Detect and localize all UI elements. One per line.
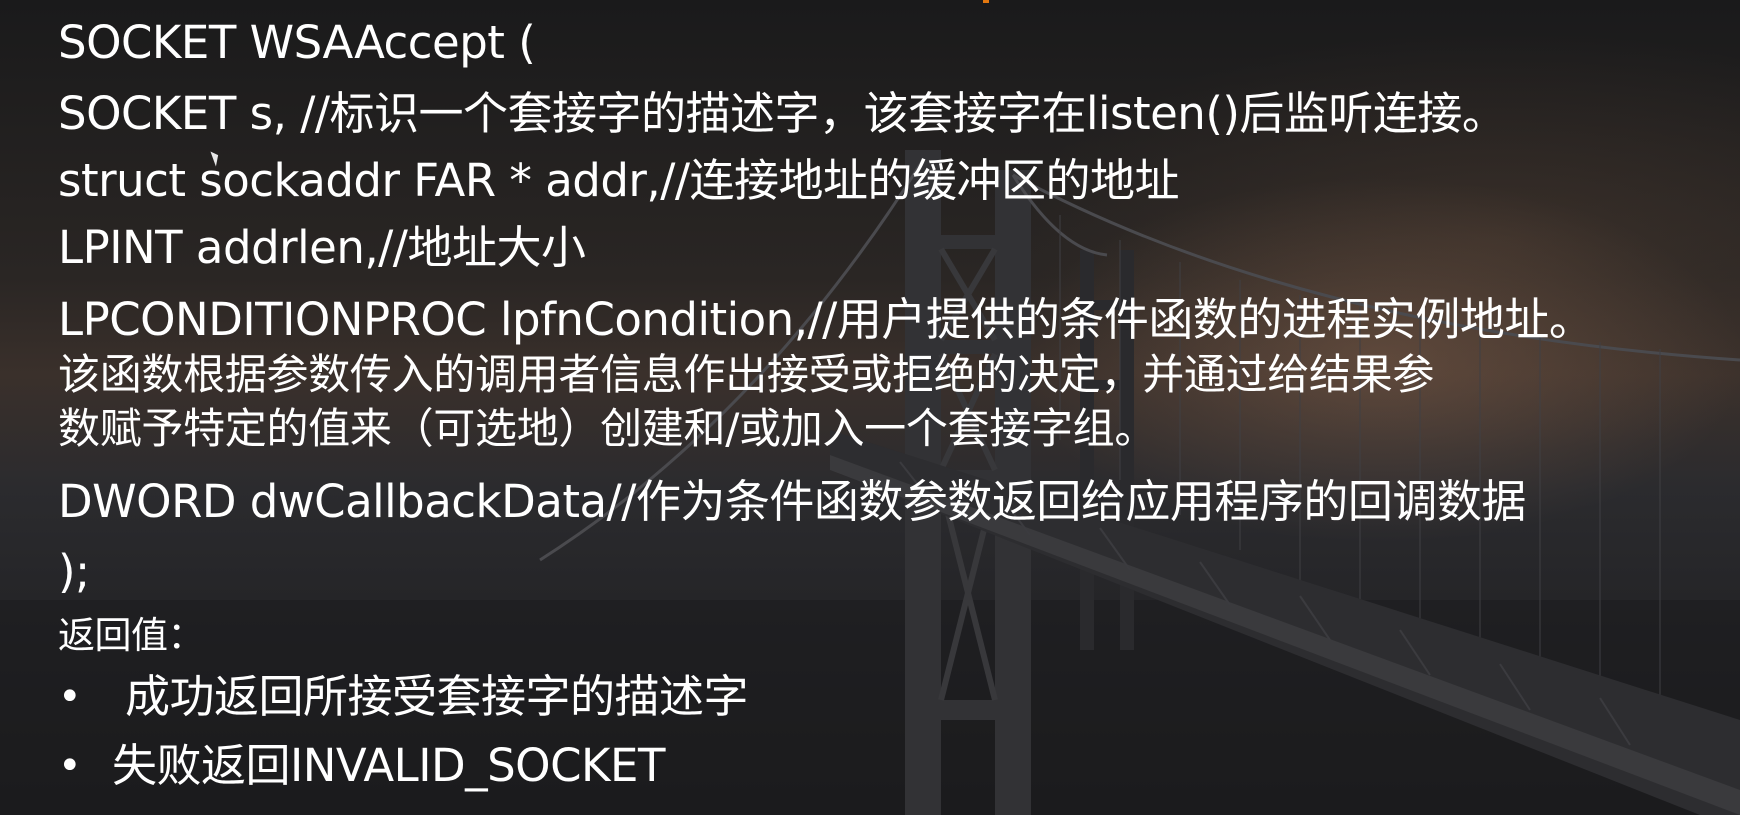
code-line-signature: SOCKET WSAAccept (: [58, 16, 536, 69]
code-line-condition-desc-1: 该函数根据参数传入的调用者信息作出接受或拒绝的决定，并通过给结果参: [58, 350, 1435, 399]
code-line-param-condition: LPCONDITIONPROC lpfnCondition,//用户提供的条件函…: [58, 293, 1594, 346]
slide-text-area: SOCKET WSAAccept ( SOCKET s, //标识一个套接字的描…: [0, 0, 1740, 815]
code-line-param-s: SOCKET s, //标识一个套接字的描述字，该套接字在listen()后监听…: [58, 87, 1507, 140]
bullet-marker: •: [58, 743, 82, 789]
code-line-condition-desc-2: 数赋予特定的值来（可选地）创建和/或加入一个套接字组。: [58, 404, 1157, 453]
slide: SOCKET WSAAccept ( SOCKET s, //标识一个套接字的描…: [0, 0, 1740, 815]
code-line-param-addr: struct sockaddr FAR * addr,//连接地址的缓冲区的地址: [58, 154, 1180, 207]
return-value-label: 返回值：: [58, 614, 205, 657]
code-line-param-callback: DWORD dwCallbackData//作为条件函数参数返回给应用程序的回调…: [58, 475, 1526, 528]
bullet-text-success: 成功返回所接受套接字的描述字: [125, 670, 749, 723]
bullet-marker: •: [58, 674, 82, 720]
bullet-text-failure: 失败返回INVALID_SOCKET: [112, 739, 665, 792]
code-line-closing: );: [58, 545, 90, 598]
code-line-param-addrlen: LPINT addrlen,//地址大小: [58, 221, 586, 274]
